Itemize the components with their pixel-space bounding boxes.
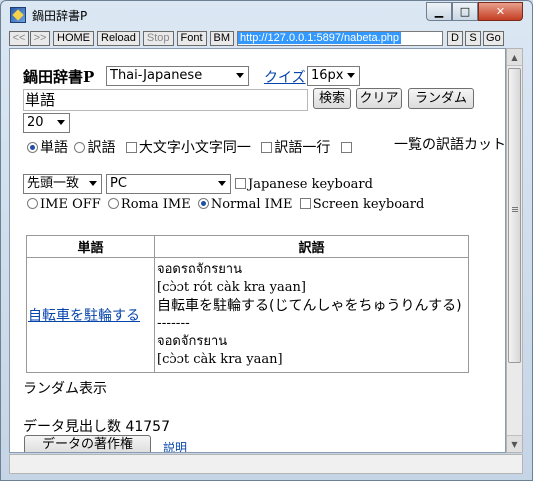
dictionary-select[interactable]: Thai-Japanese bbox=[106, 66, 249, 86]
romanization-line-1: [cɔ̀ɔt rót càk kra yaan] bbox=[157, 280, 306, 295]
grip-icon bbox=[512, 207, 518, 208]
random-button[interactable]: ランダム bbox=[408, 88, 474, 109]
device-select[interactable]: PC bbox=[106, 174, 231, 194]
scroll-thumb[interactable] bbox=[508, 68, 521, 363]
result-table: 単語 訳語 自転車を駐輪する จอดรถจักรยาน [cɔ̀ɔt rót c… bbox=[26, 235, 469, 373]
d-button[interactable]: D bbox=[447, 31, 464, 46]
help-link[interactable]: 説明 bbox=[163, 439, 187, 452]
stop-button[interactable]: Stop bbox=[142, 31, 174, 46]
case-insensitive-checkbox[interactable] bbox=[125, 142, 137, 153]
radio-translation[interactable] bbox=[74, 142, 86, 153]
roma-ime-radio[interactable] bbox=[107, 198, 119, 209]
dictionary-select-value: Thai-Japanese bbox=[110, 68, 203, 83]
bookmark-button[interactable]: BM bbox=[209, 31, 235, 46]
screen-keyboard-label: Screen keyboard bbox=[312, 197, 425, 212]
page-content: 鍋田辞書P Thai-Japanese クイズ 16px 単語 検索 クリア ラ… bbox=[9, 48, 506, 453]
oneline-label: 訳語一行 bbox=[274, 140, 331, 156]
radio-word[interactable] bbox=[27, 142, 38, 153]
cut-checkbox[interactable] bbox=[340, 142, 352, 153]
browser-toolbar: << >> HOME Reload Stop Font BM http://12… bbox=[9, 31, 526, 46]
scroll-down-icon[interactable]: ▼ bbox=[507, 435, 522, 452]
app-icon bbox=[10, 7, 26, 23]
radio-word-label: 単語 bbox=[40, 140, 68, 156]
status-bar bbox=[9, 454, 523, 474]
translation-cell: จอดรถจักรยาน [cɔ̀ɔt rót càk kra yaan] 自転… bbox=[154, 257, 469, 373]
screen-keyboard-checkbox[interactable] bbox=[299, 198, 311, 209]
japanese-keyboard-label: Japanese keyboard bbox=[248, 177, 373, 192]
ime-mode-row: IME OFF Roma IME Normal IME Screen keybo… bbox=[27, 197, 424, 212]
chevron-down-icon bbox=[236, 73, 244, 78]
go-button[interactable]: Go bbox=[483, 31, 504, 46]
thai-line-1: จอดรถจักรยาน bbox=[157, 262, 242, 277]
home-button[interactable]: HOME bbox=[53, 31, 94, 46]
word-link[interactable]: 自転車を駐輪する bbox=[28, 308, 140, 324]
entry-count-text: データ見出し数 41757 bbox=[23, 419, 170, 435]
url-input[interactable]: http://127.0.0.1:5897/nabeta.php bbox=[237, 31, 444, 46]
font-button[interactable]: Font bbox=[176, 31, 207, 46]
japanese-line: 自転車を駐輪する(じてんしゃをちゅうりんする) bbox=[157, 298, 462, 314]
forward-button[interactable]: >> bbox=[30, 31, 50, 46]
japanese-keyboard-row: Japanese keyboard bbox=[235, 177, 373, 192]
close-button[interactable]: ✕ bbox=[478, 2, 523, 21]
ime-off-radio[interactable] bbox=[27, 198, 38, 209]
quiz-link[interactable]: クイズ bbox=[264, 67, 306, 87]
s-button[interactable]: S bbox=[465, 31, 482, 46]
case-insensitive-label: 大文字小文字同一 bbox=[138, 140, 251, 156]
thai-line-2: จอดจักรยาน bbox=[157, 334, 228, 349]
random-display-text: ランダム表示 bbox=[23, 381, 107, 397]
separator-line: ------- bbox=[157, 316, 190, 331]
title-bar: 鍋田辞書P ▁ □ ✕ bbox=[1, 1, 532, 29]
chevron-down-icon bbox=[218, 181, 226, 186]
clear-button[interactable]: クリア bbox=[356, 88, 402, 109]
chevron-down-icon bbox=[89, 181, 97, 186]
maximize-button[interactable]: □ bbox=[452, 2, 478, 21]
radio-translation-label: 訳語 bbox=[87, 140, 116, 156]
cut-label: 一覧の訳語カット bbox=[394, 137, 506, 153]
chevron-down-icon bbox=[347, 73, 355, 78]
count-select[interactable]: 20 bbox=[23, 113, 70, 133]
search-button[interactable]: 検索 bbox=[313, 88, 351, 109]
header-word: 単語 bbox=[26, 235, 155, 258]
window-title: 鍋田辞書P bbox=[32, 9, 88, 23]
minimize-button[interactable]: ▁ bbox=[426, 2, 452, 21]
device-select-value: PC bbox=[110, 176, 127, 191]
table-header-row: 単語 訳語 bbox=[26, 235, 469, 258]
search-input-text: 単語 bbox=[25, 91, 56, 109]
font-size-select-value: 16px bbox=[311, 68, 344, 83]
count-select-value: 20 bbox=[27, 115, 44, 130]
search-input[interactable]: 単語 bbox=[23, 89, 308, 111]
vertical-scrollbar[interactable]: ▲ ▼ bbox=[506, 48, 523, 453]
back-button[interactable]: << bbox=[9, 31, 29, 46]
roma-ime-label: Roma IME bbox=[120, 197, 191, 212]
scroll-up-icon[interactable]: ▲ bbox=[507, 49, 522, 66]
ime-off-label: IME OFF bbox=[40, 197, 101, 212]
word-cell: 自転車を駐輪する bbox=[26, 257, 155, 373]
romanization-line-2: [cɔ̀ɔt càk kra yaan] bbox=[157, 352, 283, 367]
reload-button[interactable]: Reload bbox=[97, 31, 140, 46]
search-mode-row: 単語 訳語 大文字小文字同一 訳語一行 bbox=[27, 137, 354, 157]
oneline-checkbox[interactable] bbox=[261, 142, 273, 153]
normal-ime-label: Normal IME bbox=[210, 197, 293, 212]
chevron-down-icon bbox=[57, 120, 65, 125]
match-select[interactable]: 先頭一致 bbox=[23, 174, 102, 194]
japanese-keyboard-checkbox[interactable] bbox=[235, 178, 246, 189]
copyright-button[interactable]: データの著作権 bbox=[24, 435, 151, 452]
url-text: http://127.0.0.1:5897/nabeta.php bbox=[238, 32, 402, 44]
match-select-value: 先頭一致 bbox=[27, 176, 80, 191]
app-window: 鍋田辞書P ▁ □ ✕ << >> HOME Reload Stop Font … bbox=[0, 0, 533, 481]
page-title: 鍋田辞書P bbox=[23, 68, 95, 86]
font-size-select[interactable]: 16px bbox=[307, 66, 360, 86]
normal-ime-radio[interactable] bbox=[197, 198, 209, 209]
table-row: 自転車を駐輪する จอดรถจักรยาน [cɔ̀ɔt rót càk kra… bbox=[26, 257, 469, 373]
header-translation: 訳語 bbox=[154, 235, 469, 258]
